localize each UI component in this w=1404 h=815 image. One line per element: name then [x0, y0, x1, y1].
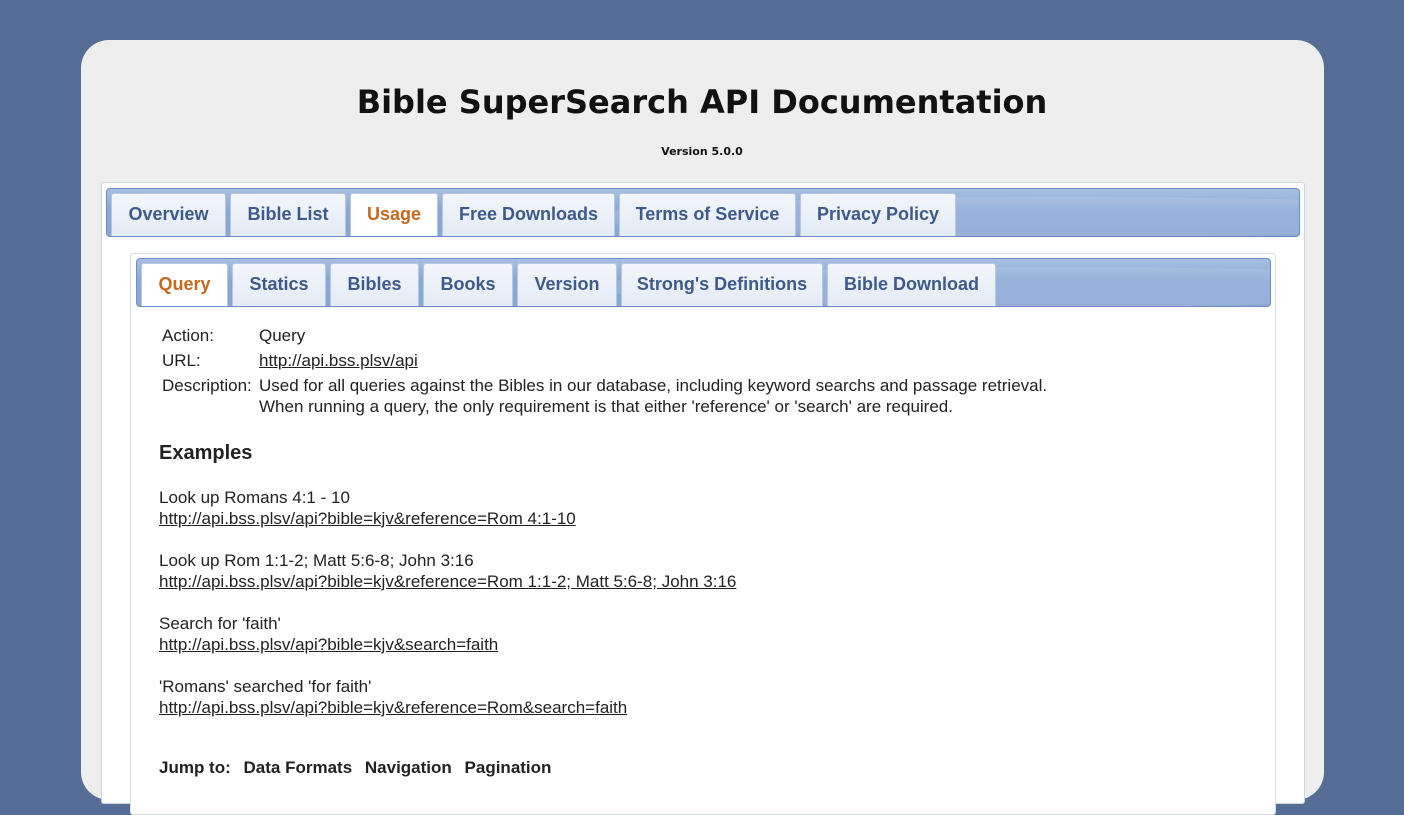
example-title: Look up Rom 1:1-2; Matt 5:6-8; John 3:16: [159, 551, 474, 570]
jump-link-data-formats[interactable]: Data Formats: [244, 758, 353, 777]
main-tab-bar: Overview Bible List Usage Free Downloads…: [106, 188, 1300, 237]
jump-to-label: Jump to:: [159, 758, 231, 777]
tab-terms-of-service[interactable]: Terms of Service: [619, 193, 796, 236]
example-item: 'Romans' searched 'for faith' http://api…: [159, 676, 627, 718]
tab-query[interactable]: Query: [141, 263, 228, 306]
tab-free-downloads[interactable]: Free Downloads: [442, 193, 615, 236]
example-item: Look up Rom 1:1-2; Matt 5:6-8; John 3:16…: [159, 550, 736, 592]
action-label: Action:: [162, 326, 214, 345]
tab-bibles[interactable]: Bibles: [330, 263, 419, 306]
jump-to-nav: Jump to: Data Formats Navigation Paginat…: [159, 758, 559, 778]
tab-privacy-policy[interactable]: Privacy Policy: [800, 193, 956, 236]
page-title: Bible SuperSearch API Documentation: [356, 83, 1048, 121]
info-row-url: URL: http://api.bss.plsv/api: [160, 350, 1049, 375]
info-row-action: Action: Query: [160, 325, 1049, 350]
tab-version[interactable]: Version: [517, 263, 617, 306]
tab-books[interactable]: Books: [423, 263, 513, 306]
tab-bible-list[interactable]: Bible List: [230, 193, 346, 236]
jump-link-navigation[interactable]: Navigation: [365, 758, 452, 777]
tab-statics[interactable]: Statics: [232, 263, 326, 306]
example-title: 'Romans' searched 'for faith': [159, 677, 372, 696]
url-label: URL:: [162, 351, 201, 370]
tab-strongs-definitions[interactable]: Strong's Definitions: [621, 263, 823, 306]
description-label: Description:: [162, 376, 252, 395]
info-row-description: Description: Used for all queries agains…: [160, 375, 1049, 421]
example-item: Look up Romans 4:1 - 10 http://api.bss.p…: [159, 487, 576, 529]
api-url-link[interactable]: http://api.bss.plsv/api: [259, 351, 418, 370]
example-link[interactable]: http://api.bss.plsv/api?bible=kjv&refere…: [159, 509, 576, 528]
tab-bible-download[interactable]: Bible Download: [827, 263, 996, 306]
query-info-table: Action: Query URL: http://api.bss.plsv/a…: [160, 325, 1049, 421]
example-item: Search for 'faith' http://api.bss.plsv/a…: [159, 613, 498, 655]
usage-sub-tab-bar: Query Statics Bibles Books Version Stron…: [136, 258, 1271, 307]
example-title: Search for 'faith': [159, 614, 281, 633]
description-line-1: Used for all queries against the Bibles …: [259, 376, 1048, 395]
tab-usage[interactable]: Usage: [350, 193, 438, 236]
example-link[interactable]: http://api.bss.plsv/api?bible=kjv&refere…: [159, 572, 736, 591]
example-title: Look up Romans 4:1 - 10: [159, 488, 350, 507]
examples-heading: Examples: [159, 442, 253, 464]
tab-overview[interactable]: Overview: [111, 193, 226, 236]
example-link[interactable]: http://api.bss.plsv/api?bible=kjv&search…: [159, 635, 498, 654]
version-label: Version 5.0.0: [661, 145, 743, 158]
example-link[interactable]: http://api.bss.plsv/api?bible=kjv&refere…: [159, 698, 627, 717]
description-line-2: When running a query, the only requireme…: [259, 397, 953, 416]
action-value: Query: [259, 326, 306, 345]
jump-link-pagination[interactable]: Pagination: [465, 758, 552, 777]
